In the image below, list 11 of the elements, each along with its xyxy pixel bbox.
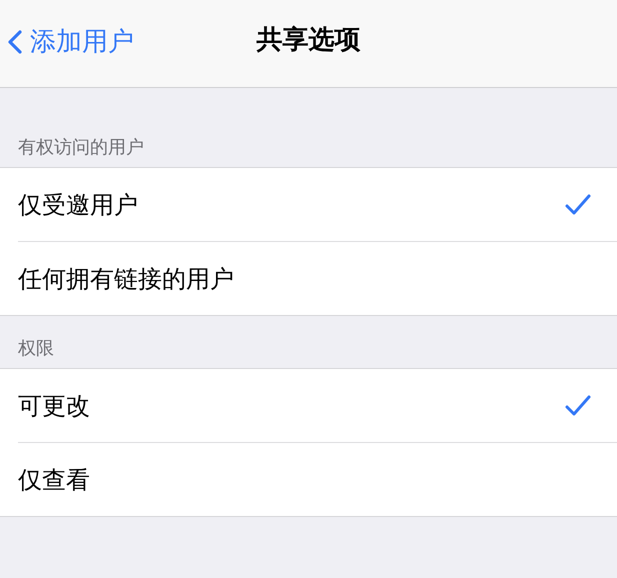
option-row[interactable]: 任何拥有链接的用户 xyxy=(18,242,617,315)
option-row[interactable]: 仅查看 xyxy=(18,443,617,516)
back-chevron-icon xyxy=(8,30,22,54)
section-header: 有权访问的用户 xyxy=(18,137,144,158)
option-row[interactable]: 仅受邀用户 xyxy=(18,168,617,242)
checkmark-icon xyxy=(565,394,591,416)
checkmark-icon xyxy=(565,194,591,216)
section-header: 权限 xyxy=(18,338,54,359)
option-row[interactable]: 可更改 xyxy=(18,369,617,443)
back-button[interactable]: 添加用户 xyxy=(0,24,134,63)
nav-title: 共享选项 xyxy=(256,24,360,57)
